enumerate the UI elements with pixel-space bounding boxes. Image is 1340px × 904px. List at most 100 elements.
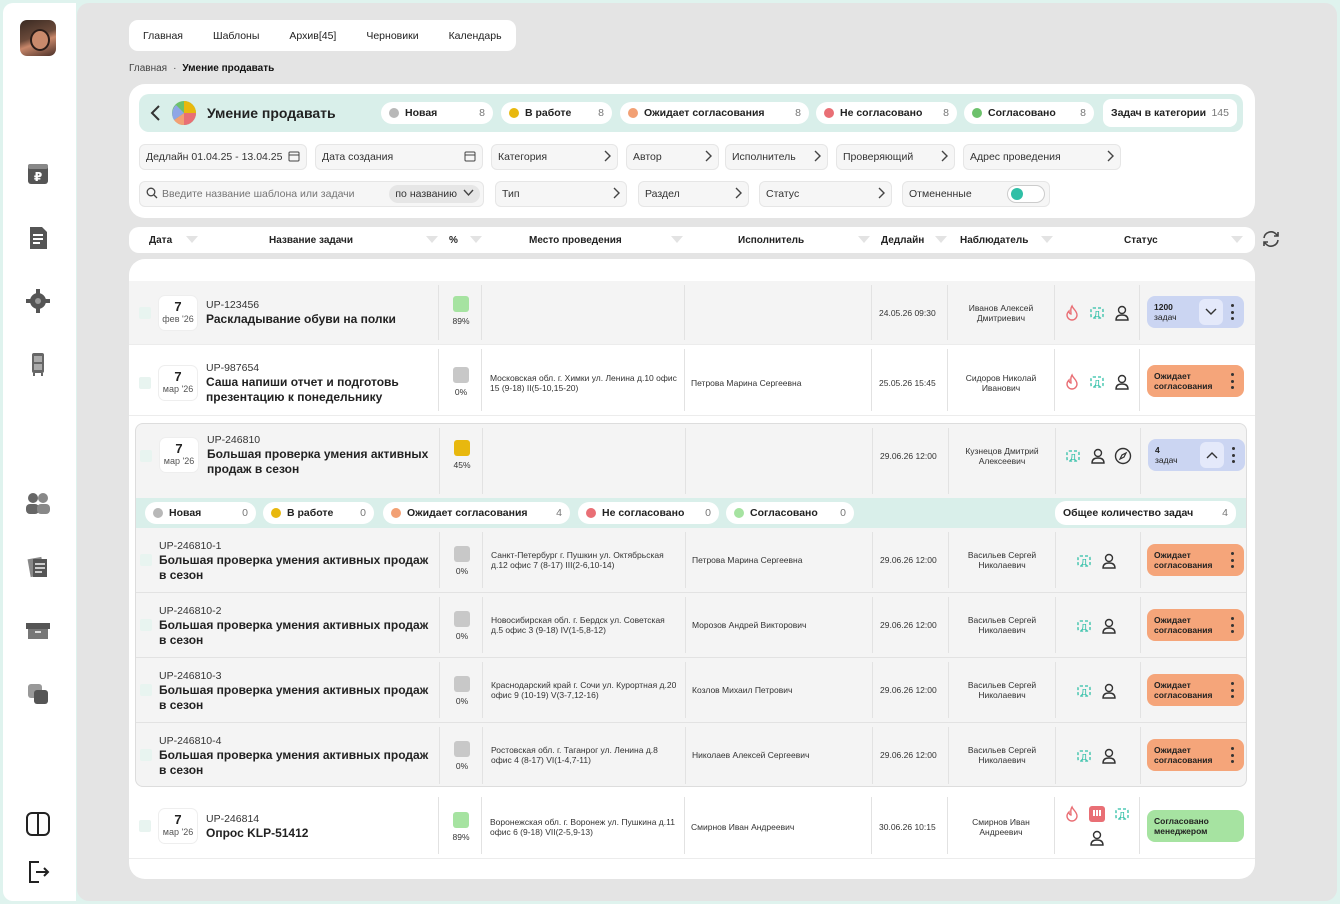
nav-item-calendar[interactable]: Календарь xyxy=(449,30,502,42)
table-row[interactable]: 7 мар '26 UP-246814 Опрос KLP-51412 89% … xyxy=(129,793,1255,859)
documents-icon[interactable] xyxy=(24,553,52,581)
nav-item-home[interactable]: Главная xyxy=(143,30,183,42)
subtask-row[interactable]: UP-246810-3 Большая проверка умения актив… xyxy=(136,658,1246,723)
sort-icon[interactable] xyxy=(186,236,198,243)
more-icon[interactable] xyxy=(1231,747,1234,763)
col-percent[interactable]: % xyxy=(449,235,458,246)
table-row[interactable]: 7 фев '26 UP-123456 Раскладывание обуви … xyxy=(129,281,1255,345)
nav-item-drafts[interactable]: Черновики xyxy=(366,30,418,42)
compass-icon[interactable] xyxy=(1114,447,1132,465)
row-checkbox[interactable] xyxy=(139,377,151,389)
reviewer-filter[interactable]: Проверяющий xyxy=(836,144,955,170)
alert-icon[interactable] xyxy=(1088,805,1106,823)
status-badge[interactable]: Ожидает согласования xyxy=(1147,609,1244,641)
status-badge[interactable]: Согласовано менеджером xyxy=(1147,810,1244,842)
user-icon[interactable] xyxy=(1100,552,1118,570)
category-filter[interactable]: Категория xyxy=(491,144,618,170)
cabinet-icon[interactable] xyxy=(24,350,52,378)
panel-toggle-icon[interactable] xyxy=(24,810,52,838)
task-name[interactable]: Большая проверка умения активных продаж … xyxy=(207,447,432,477)
delegate-icon[interactable]: Д xyxy=(1075,682,1093,700)
user-avatar[interactable] xyxy=(20,20,56,56)
sort-icon[interactable] xyxy=(470,236,482,243)
breadcrumb-home[interactable]: Главная xyxy=(129,63,167,74)
subtask-row[interactable]: UP-246810-2 Большая проверка умения актив… xyxy=(136,593,1246,658)
sub-chip-not-approved[interactable]: Не согласовано 0 xyxy=(578,502,719,524)
refresh-icon[interactable] xyxy=(1261,229,1281,249)
user-icon[interactable] xyxy=(1088,829,1106,847)
users-icon[interactable] xyxy=(24,489,52,517)
search-input[interactable] xyxy=(162,188,372,200)
subtask-row[interactable]: UP-246810-4 Большая проверка умения актив… xyxy=(136,723,1246,788)
created-date-filter[interactable]: Дата создания xyxy=(315,144,483,170)
section-filter[interactable]: Раздел xyxy=(638,181,749,207)
delegate-icon[interactable]: Д xyxy=(1075,617,1093,635)
document-icon[interactable] xyxy=(24,224,52,252)
fire-icon[interactable] xyxy=(1063,805,1081,823)
chevron-up-icon[interactable] xyxy=(1200,442,1224,468)
nav-item-templates[interactable]: Шаблоны xyxy=(213,30,259,42)
sub-chip-in-progress[interactable]: В работе 0 xyxy=(263,502,374,524)
task-name[interactable]: Опрос KLP-51412 xyxy=(206,826,431,841)
delegate-icon[interactable]: Д xyxy=(1064,447,1082,465)
user-icon[interactable] xyxy=(1113,373,1131,391)
subtask-row[interactable]: UP-246810-1 Большая проверка умения актив… xyxy=(136,528,1246,593)
status-group[interactable]: 1200 задач xyxy=(1147,296,1244,328)
user-icon[interactable] xyxy=(1113,304,1131,322)
sort-icon[interactable] xyxy=(671,236,683,243)
col-task-name[interactable]: Название задачи xyxy=(269,235,353,246)
more-icon[interactable] xyxy=(1231,617,1234,633)
task-name[interactable]: Саша напиши отчет и подготовь презентаци… xyxy=(206,375,431,405)
user-icon[interactable] xyxy=(1100,617,1118,635)
sort-icon[interactable] xyxy=(858,236,870,243)
chip-awaiting-approval[interactable]: Ожидает согласования 8 xyxy=(620,102,809,124)
fire-icon[interactable] xyxy=(1063,373,1081,391)
sort-icon[interactable] xyxy=(1041,236,1053,243)
delegate-icon[interactable]: Д xyxy=(1075,552,1093,570)
chip-new[interactable]: Новая 8 xyxy=(381,102,493,124)
status-group[interactable]: 4 задач xyxy=(1148,439,1245,471)
archive-box-icon[interactable] xyxy=(24,616,52,644)
task-name[interactable]: Большая проверка умения активных продаж … xyxy=(159,683,437,713)
chevron-down-icon[interactable] xyxy=(1199,299,1223,325)
sub-chip-new[interactable]: Новая 0 xyxy=(145,502,256,524)
task-name[interactable]: Раскладывание обуви на полки xyxy=(206,312,431,327)
sort-icon[interactable] xyxy=(426,236,438,243)
row-checkbox[interactable] xyxy=(140,749,152,761)
task-name[interactable]: Большая проверка умения активных продаж … xyxy=(159,618,437,648)
fire-icon[interactable] xyxy=(1063,304,1081,322)
copy-icon[interactable] xyxy=(24,680,52,708)
col-date[interactable]: Дата xyxy=(149,235,172,246)
more-icon[interactable] xyxy=(1231,552,1234,568)
col-observer[interactable]: Наблюдатель xyxy=(960,235,1028,246)
type-filter[interactable]: Тип xyxy=(495,181,627,207)
row-checkbox[interactable] xyxy=(139,820,151,832)
nav-item-archive[interactable]: Архив[45] xyxy=(289,30,336,42)
more-icon[interactable] xyxy=(1232,447,1235,463)
col-place[interactable]: Место проведения xyxy=(529,235,622,246)
task-name[interactable]: Большая проверка умения активных продаж … xyxy=(159,748,437,778)
status-filter[interactable]: Статус xyxy=(759,181,892,207)
chip-not-approved[interactable]: Не согласовано 8 xyxy=(816,102,957,124)
more-icon[interactable] xyxy=(1231,304,1234,320)
sort-icon[interactable] xyxy=(1231,236,1243,243)
more-icon[interactable] xyxy=(1231,682,1234,698)
status-badge[interactable]: Ожидает согласования xyxy=(1147,674,1244,706)
status-badge[interactable]: Ожидает согласования xyxy=(1147,544,1244,576)
col-deadline[interactable]: Дедлайн xyxy=(881,235,924,246)
col-status[interactable]: Статус xyxy=(1124,235,1158,246)
gear-icon[interactable] xyxy=(24,287,52,315)
logout-icon[interactable] xyxy=(24,858,52,886)
sort-icon[interactable] xyxy=(935,236,947,243)
ruble-icon[interactable]: ₽ xyxy=(24,160,52,188)
task-name[interactable]: Большая проверка умения активных продаж … xyxy=(159,553,437,583)
row-checkbox[interactable] xyxy=(140,619,152,631)
delegate-icon[interactable]: Д xyxy=(1113,805,1131,823)
delegate-icon[interactable]: Д xyxy=(1088,373,1106,391)
status-badge[interactable]: Ожидает согласования xyxy=(1147,365,1244,397)
more-icon[interactable] xyxy=(1231,373,1234,389)
delegate-icon[interactable]: Д xyxy=(1088,304,1106,322)
status-badge[interactable]: Ожидает согласования xyxy=(1147,739,1244,771)
user-icon[interactable] xyxy=(1100,747,1118,765)
author-filter[interactable]: Автор xyxy=(626,144,719,170)
